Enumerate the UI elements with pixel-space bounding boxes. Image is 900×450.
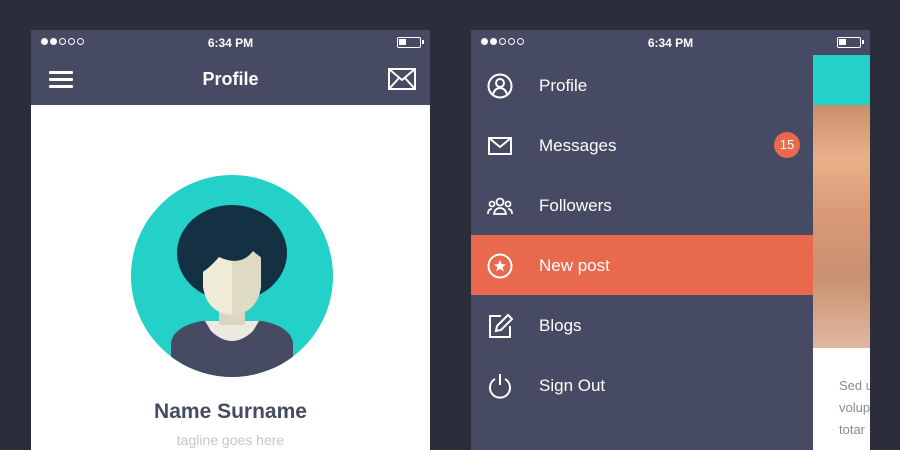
avatar[interactable]	[131, 175, 333, 377]
content-preview[interactable]: Sed u volup totar	[813, 55, 870, 450]
menu-screen: 6:34 PM Profile Messages 15 Followers Ne…	[471, 30, 870, 450]
power-icon	[489, 374, 511, 399]
menu-item-profile[interactable]: Profile	[471, 55, 813, 115]
menu-item-label: New post	[539, 256, 610, 275]
menu-item-label: Followers	[539, 196, 612, 215]
page-title: Profile	[202, 69, 259, 89]
menu-item-blogs[interactable]: Blogs	[471, 295, 813, 355]
unread-count-badge: 15	[774, 132, 800, 158]
status-bar: 6:34 PM	[471, 30, 870, 55]
menu-item-label: Profile	[539, 76, 588, 95]
preview-text: Sed u volup totar	[839, 378, 870, 437]
star-circle-icon	[487, 253, 513, 279]
user-circle-icon	[487, 73, 513, 99]
profile-tagline: tagline goes here	[176, 432, 285, 448]
menu-item-followers[interactable]: Followers	[471, 175, 813, 235]
side-menu: Profile Messages 15 Followers New post B…	[471, 55, 813, 415]
menu-item-new-post[interactable]: New post	[471, 235, 813, 295]
status-time: 6:34 PM	[647, 36, 694, 50]
status-time: 6:34 PM	[207, 36, 254, 50]
navigation-bar: Profile	[31, 55, 430, 105]
menu-item-messages[interactable]: Messages 15	[471, 115, 813, 175]
preview-header	[813, 55, 870, 105]
edit-icon	[489, 313, 513, 338]
status-bar: 6:34 PM	[31, 30, 430, 55]
profile-screen: 6:34 PM Profile Name Surname tagline goe…	[31, 30, 430, 450]
people-icon	[487, 197, 513, 215]
menu-item-label: Blogs	[539, 316, 582, 335]
battery-icon	[397, 37, 424, 48]
battery-icon	[837, 37, 864, 48]
preview-photo	[813, 105, 870, 348]
envelope-icon[interactable]	[388, 68, 416, 90]
profile-name: Name Surname	[154, 400, 307, 423]
avatar-illustration	[171, 205, 293, 377]
menu-item-sign-out[interactable]: Sign Out	[471, 355, 813, 415]
menu-item-label: Sign Out	[539, 376, 606, 395]
menu-item-label: Messages	[539, 136, 617, 155]
envelope-icon	[488, 137, 512, 155]
